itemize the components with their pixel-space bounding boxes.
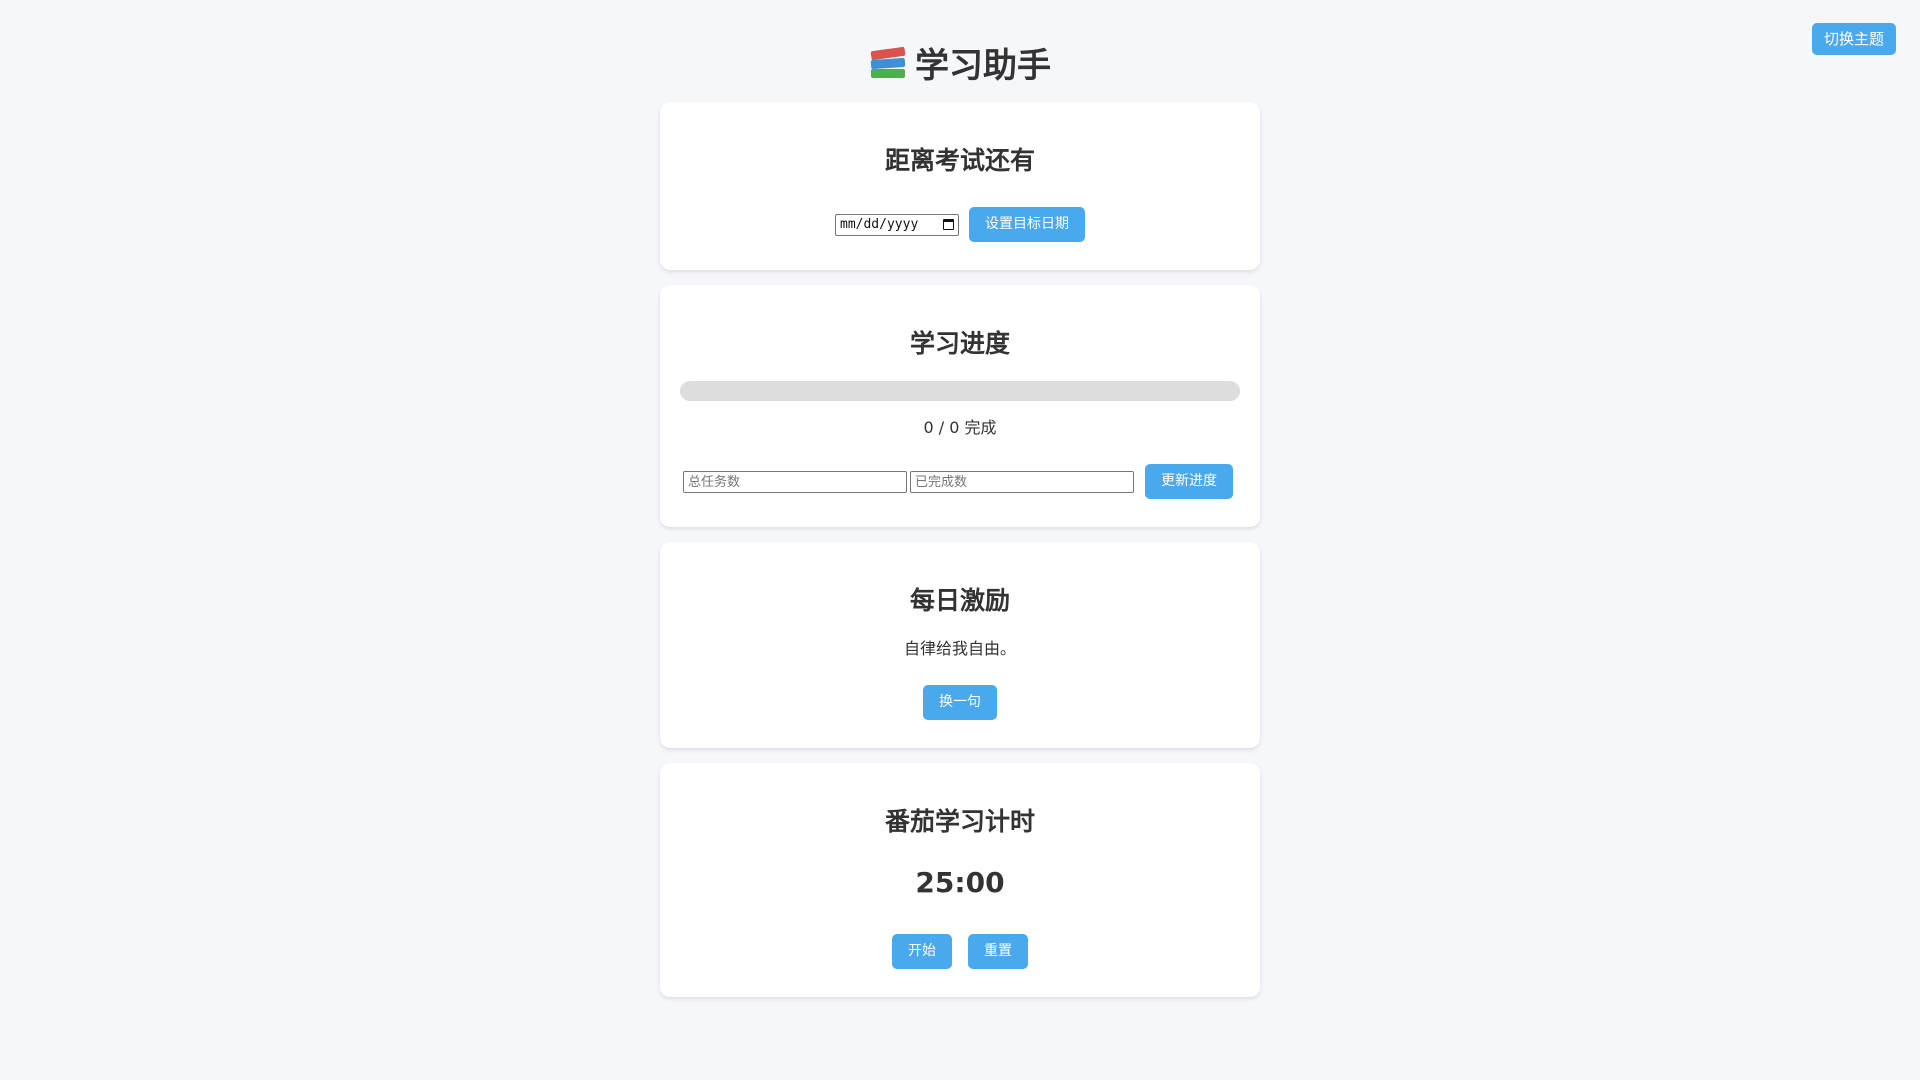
quote-action-row: 换一句 — [660, 685, 1260, 720]
exam-date-row: mm/dd/yyyy 设置目标日期 — [660, 207, 1260, 242]
timer-display: 25:00 — [915, 866, 1005, 899]
update-progress-button[interactable]: 更新进度 — [1145, 464, 1233, 499]
page-title: 学习助手 — [0, 42, 1920, 90]
timer-controls: 开始 重置 — [660, 934, 1260, 969]
page-title-text: 学习助手 — [915, 46, 1051, 86]
next-quote-button[interactable]: 换一句 — [923, 685, 997, 720]
progress-bar — [680, 381, 1240, 401]
daily-motivation-card: 每日激励 自律给我自由。 换一句 — [660, 542, 1260, 748]
calendar-icon[interactable] — [943, 219, 954, 230]
total-tasks-input[interactable] — [683, 471, 907, 493]
exam-countdown-title: 距离考试还有 — [884, 146, 1035, 175]
study-progress-title: 学习进度 — [909, 329, 1010, 358]
completed-tasks-input[interactable] — [910, 471, 1134, 493]
progress-status-text: 0 / 0 完成 — [923, 418, 997, 437]
motivation-quote: 自律给我自由。 — [903, 639, 1016, 658]
target-date-value: mm/dd/yyyy — [840, 217, 919, 232]
pomodoro-timer-card: 番茄学习计时 25:00 开始 重置 — [660, 763, 1260, 997]
set-target-date-button[interactable]: 设置目标日期 — [969, 207, 1085, 242]
pomodoro-timer-title: 番茄学习计时 — [884, 807, 1035, 836]
study-progress-card: 学习进度 0 / 0 完成 更新进度 — [660, 285, 1260, 527]
daily-motivation-title: 每日激励 — [909, 586, 1010, 615]
reset-timer-button[interactable]: 重置 — [968, 934, 1028, 969]
target-date-input[interactable]: mm/dd/yyyy — [835, 213, 959, 236]
books-icon — [869, 45, 907, 81]
exam-countdown-card: 距离考试还有 mm/dd/yyyy 设置目标日期 — [660, 102, 1260, 270]
start-timer-button[interactable]: 开始 — [892, 934, 952, 969]
